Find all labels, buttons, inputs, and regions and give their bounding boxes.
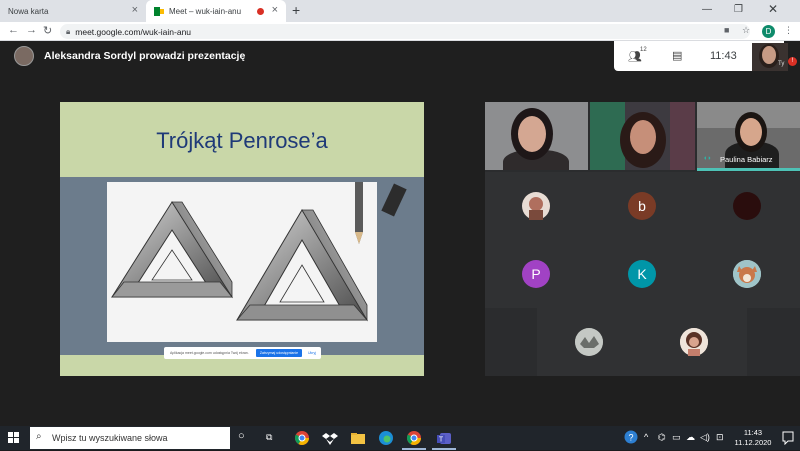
meeting-time: 11:43 xyxy=(710,50,737,62)
browser-tab-strip: Nowa karta × Meet – wuk-iain-anu × + — ❐… xyxy=(0,0,800,22)
chrome-taskbar-icon[interactable] xyxy=(294,430,310,446)
participant-photo-avatar xyxy=(680,328,708,356)
onedrive-cloud-icon[interactable]: ☁ xyxy=(686,432,695,443)
meet-page: Aleksandra Sordyl prowadzi prezentację 👥… xyxy=(0,41,800,426)
tab-title: Meet – wuk-iain-anu xyxy=(169,6,242,16)
recording-indicator-icon xyxy=(257,8,264,15)
participant-tile[interactable] xyxy=(642,308,747,376)
participant-tile[interactable] xyxy=(695,172,800,240)
cortana-icon[interactable]: ○ xyxy=(238,430,245,442)
address-bar[interactable]: 🔒︎ meet.google.com/wuk-iain-anu xyxy=(60,24,750,39)
search-icon: ⌕ xyxy=(36,431,42,442)
chevron-up-icon[interactable]: ^ xyxy=(644,432,648,442)
chrome-active-taskbar-icon[interactable] xyxy=(402,430,426,450)
screen-share-notification: Aplikacja meet.google.com udostępnia Twó… xyxy=(164,347,321,359)
video-tiles-grid: ◖◗ Paulina Babiarz b P K xyxy=(485,102,800,376)
task-view-icon[interactable]: ⧉ xyxy=(266,432,272,443)
participant-tile[interactable]: b xyxy=(590,172,695,240)
svg-text:T: T xyxy=(439,437,444,444)
self-view-label: Ty xyxy=(778,61,785,67)
close-tab-icon[interactable]: × xyxy=(272,4,278,16)
windows-start-icon[interactable] xyxy=(8,432,20,444)
participant-photo-avatar xyxy=(733,192,761,220)
close-window-icon[interactable]: ✕ xyxy=(768,2,778,16)
svg-text:?: ? xyxy=(628,433,633,443)
participants-count: 12 xyxy=(640,47,647,53)
reload-icon[interactable]: ↻ xyxy=(43,24,52,37)
chat-icon[interactable]: ▤ xyxy=(672,49,682,62)
chrome-menu-icon[interactable]: ⋮ xyxy=(784,25,793,36)
penrose-triangles-image xyxy=(111,178,368,322)
taskbar-search-box[interactable]: ⌕ Wpisz tu wyszukiwane słowa xyxy=(30,427,230,449)
hide-notification-button[interactable]: Ukryj xyxy=(308,351,316,355)
participant-tile[interactable] xyxy=(485,172,590,240)
search-placeholder: Wpisz tu wyszukiwane słowa xyxy=(52,433,168,443)
dropbox-taskbar-icon[interactable] xyxy=(322,430,338,446)
participant-tile[interactable] xyxy=(537,308,642,376)
forward-icon[interactable]: → xyxy=(26,24,37,36)
windows-taskbar: ⌕ Wpisz tu wyszukiwane słowa ○ ⧉ T ? ^ ⌬… xyxy=(0,426,800,450)
profile-avatar[interactable]: D xyxy=(762,25,775,38)
speaking-indicator-icon: ◖◗ xyxy=(703,155,712,162)
notification-center-icon[interactable] xyxy=(782,431,794,446)
drawing-paper xyxy=(107,178,377,342)
network-icon[interactable]: ⌬ xyxy=(658,432,666,443)
participant-name: Paulina Babiarz xyxy=(720,155,773,164)
participant-video-tile[interactable] xyxy=(485,102,588,170)
presenting-status: Aleksandra Sordyl prowadzi prezentację xyxy=(44,50,246,62)
lock-icon: 🔒︎ xyxy=(66,26,71,36)
participant-photo-avatar xyxy=(522,192,550,220)
system-clock[interactable]: 11:43 11.12.2020 xyxy=(733,428,773,448)
url-text: meet.google.com/wuk-iain-anu xyxy=(75,26,192,37)
meet-favicon-icon xyxy=(154,6,164,16)
clock-date: 11.12.2020 xyxy=(734,438,772,447)
bookmark-star-icon[interactable]: ☆ xyxy=(742,25,750,36)
maximize-window-icon[interactable]: ❐ xyxy=(734,4,743,15)
share-message: Aplikacja meet.google.com udostępnia Twó… xyxy=(170,351,249,355)
participant-initial-avatar: K xyxy=(628,260,656,288)
participant-initial-avatar: b xyxy=(628,192,656,220)
edge-taskbar-icon[interactable] xyxy=(378,430,394,446)
presenter-avatar xyxy=(14,46,34,66)
penrose-triangle-drawing xyxy=(60,177,424,355)
participant-tile[interactable] xyxy=(695,240,800,308)
new-tab-button[interactable]: + xyxy=(292,2,300,18)
help-icon[interactable]: ? xyxy=(624,430,638,446)
battery-icon[interactable]: ▭ xyxy=(672,432,681,443)
volume-icon[interactable]: ◁) xyxy=(700,432,710,443)
eraser xyxy=(381,183,407,217)
self-status-badge: ! xyxy=(788,57,797,66)
tab-new-tab[interactable]: Nowa karta × xyxy=(0,0,146,22)
file-explorer-taskbar-icon[interactable] xyxy=(350,430,366,446)
tab-title: Nowa karta xyxy=(8,6,49,16)
slide-title: Trójkąt Penrose’a xyxy=(156,128,328,153)
participant-photo-avatar xyxy=(575,328,603,356)
stop-sharing-button[interactable]: Zatrzymaj udostępnianie xyxy=(256,349,302,357)
tab-meet[interactable]: Meet – wuk-iain-anu × xyxy=(146,0,286,22)
minimize-window-icon[interactable]: — xyxy=(702,4,712,15)
clock-time: 11:43 xyxy=(743,428,763,437)
camera-in-use-icon[interactable]: ■ xyxy=(724,25,729,35)
browser-toolbar: ← → ↻ 🔒︎ meet.google.com/wuk-iain-anu ■ … xyxy=(0,22,800,41)
participant-photo-avatar xyxy=(733,260,761,288)
active-speaker-highlight xyxy=(697,168,800,171)
close-tab-icon[interactable]: × xyxy=(132,4,138,16)
teams-taskbar-icon[interactable]: T xyxy=(432,430,456,450)
participant-tile[interactable]: P xyxy=(485,240,590,308)
participant-video-tile[interactable] xyxy=(590,102,695,170)
participant-initial-avatar: P xyxy=(522,260,550,288)
participant-tile[interactable]: K xyxy=(590,240,695,308)
language-icon[interactable]: ⊡ xyxy=(716,432,724,443)
shared-presentation-slide: Trójkąt Penrose’a xyxy=(60,102,424,376)
back-icon[interactable]: ← xyxy=(8,24,19,36)
